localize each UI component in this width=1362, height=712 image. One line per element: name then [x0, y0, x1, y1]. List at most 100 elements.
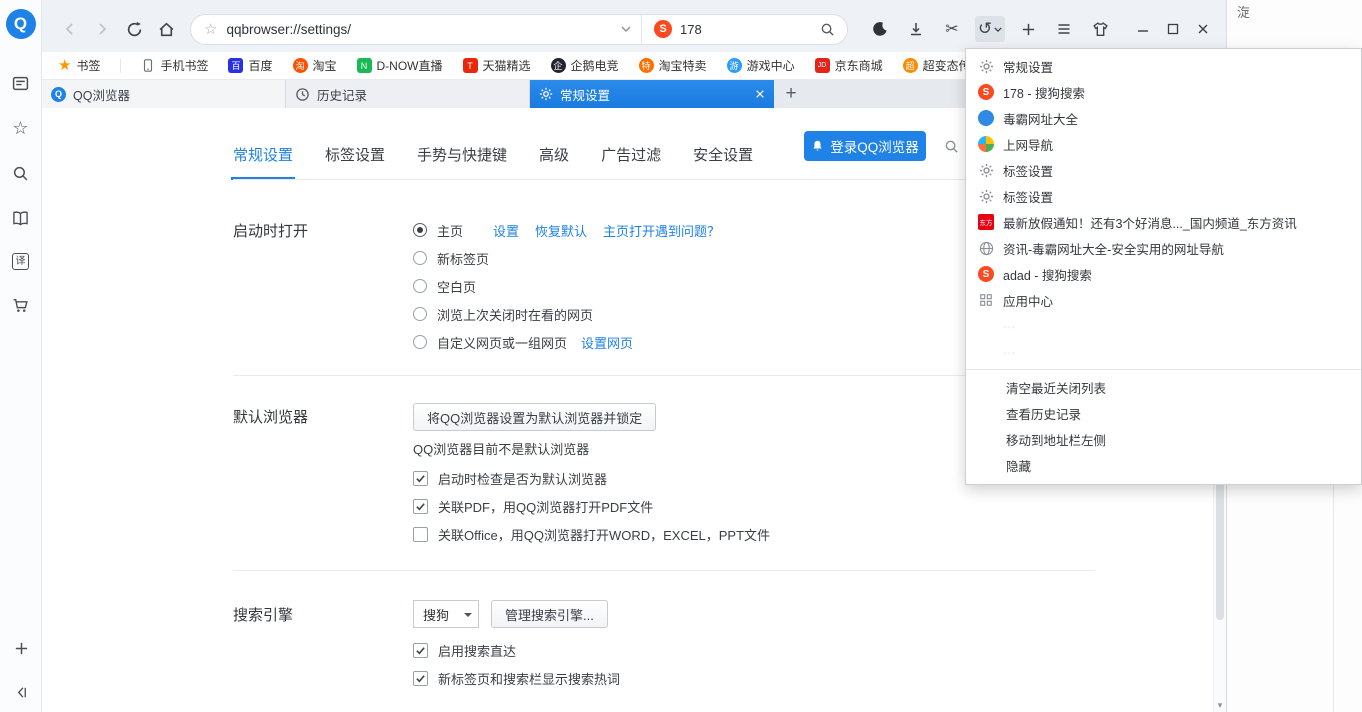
home-button[interactable] — [150, 13, 182, 45]
homepage-help-link[interactable]: 主页打开遇到问题？ — [603, 221, 720, 240]
tab-history[interactable]: 历史记录 — [286, 80, 530, 108]
bookmark-item[interactable]: 特 淘宝特卖 — [639, 57, 707, 74]
bookmark-item[interactable]: N D-NOW直播 — [357, 57, 443, 74]
maximize-button[interactable] — [1158, 16, 1188, 42]
tab-general-settings[interactable]: 常规设置 — [530, 80, 774, 108]
url-text[interactable]: qqbrowser://settings/ — [226, 22, 351, 37]
settings-search-icon[interactable] — [944, 139, 959, 154]
address-bar[interactable]: ☆ qqbrowser://settings/ S 178 — [190, 14, 848, 45]
reading-mode-icon[interactable] — [11, 208, 31, 228]
tab-qq-browser[interactable]: Q QQ浏览器 — [42, 80, 286, 108]
set-custom-pages-link[interactable]: 设置网页 — [581, 333, 633, 352]
bookmark-item[interactable]: 企 企鹅电竞 — [551, 57, 619, 74]
sidebar-add-icon[interactable] — [11, 638, 31, 658]
homepage-settings-link[interactable]: 设置 — [493, 221, 519, 240]
toolbar: ☆ qqbrowser://settings/ S 178 — [42, 0, 1226, 52]
menu-action-view-history[interactable]: 查看历史记录 — [966, 400, 1361, 426]
close-button[interactable] — [1188, 16, 1218, 42]
scrollbar-down-arrow[interactable]: ▾ — [1214, 700, 1226, 711]
radio-option-new-tab[interactable]: 新标签页 — [413, 244, 720, 272]
settings-tab-general[interactable]: 常规设置 — [233, 144, 293, 180]
bookmark-item[interactable]: 百 百度 — [228, 57, 272, 74]
search-panel-icon[interactable] — [11, 163, 31, 183]
settings-tab-adblock[interactable]: 广告过滤 — [601, 144, 661, 180]
address-section[interactable]: ☆ qqbrowser://settings/ — [191, 15, 641, 44]
menu-item-duba-info[interactable]: 资讯-毒霸网址大全-安全实用的网址导航 — [966, 235, 1361, 261]
menu-item-app-center[interactable]: 应用中心 — [966, 287, 1361, 313]
sidebar-collapse-icon[interactable] — [11, 682, 31, 702]
menu-item-faded-2[interactable]: ⋯ — [966, 339, 1361, 365]
bookmark-item[interactable]: JD 京东商城 — [815, 57, 883, 74]
favorites-star-icon[interactable]: ☆ — [11, 118, 31, 138]
checkbox-hot-words[interactable]: 新标签页和搜索栏显示搜索热词 — [413, 664, 620, 692]
skin-button[interactable] — [1087, 16, 1113, 42]
login-button[interactable]: 登录QQ浏览器 — [804, 131, 926, 161]
radio-option-last-session[interactable]: 浏览上次关闭时在看的网页 — [413, 300, 720, 328]
screenshot-button[interactable]: ✂ — [939, 16, 965, 42]
search-icon[interactable] — [820, 22, 835, 37]
radio-button[interactable] — [413, 307, 427, 321]
bookmark-item[interactable]: T 天猫精选 — [463, 57, 531, 74]
search-engine-select[interactable]: 搜狗 — [413, 600, 479, 628]
search-box[interactable]: S 178 — [641, 15, 847, 44]
new-tab-button[interactable]: + — [774, 80, 808, 108]
settings-tab-gestures[interactable]: 手势与快捷键 — [417, 144, 507, 180]
recently-closed-button[interactable]: ↺ — [975, 16, 1005, 42]
checkbox-associate-pdf[interactable]: 关联PDF，用QQ浏览器打开PDF文件 — [413, 492, 770, 520]
add-button[interactable] — [1015, 16, 1041, 42]
radio-button[interactable] — [413, 335, 427, 349]
settings-tab-security[interactable]: 安全设置 — [693, 144, 753, 180]
settings-tab-advanced[interactable]: 高级 — [539, 144, 569, 180]
main-menu-button[interactable] — [1051, 16, 1077, 42]
tab-close-icon[interactable] — [755, 89, 765, 99]
checkbox[interactable] — [413, 527, 428, 542]
add-bookmark-star-icon[interactable]: ☆ — [204, 20, 217, 38]
settings-tab-tabs[interactable]: 标签设置 — [325, 144, 385, 180]
night-mode-button[interactable] — [867, 16, 893, 42]
bookmark-item[interactable]: ★ 书签 — [58, 57, 100, 74]
menu-item-adad-sogou[interactable]: S adad - 搜狗搜索 — [966, 261, 1361, 287]
menu-item-tab-settings-1[interactable]: 标签设置 — [966, 157, 1361, 183]
shopping-cart-icon[interactable] — [11, 295, 31, 315]
set-default-browser-button[interactable]: 将QQ浏览器设置为默认浏览器并锁定 — [413, 403, 656, 431]
bookmark-item[interactable]: 淘 淘宝 — [293, 57, 337, 74]
translate-icon[interactable]: 译 — [12, 253, 29, 270]
menu-item-eastday-news[interactable]: 东方 最新放假通知！还有3个好消息..._国内频道_东方资讯 — [966, 209, 1361, 235]
menu-action-clear-recent-list[interactable]: 清空最近关闭列表 — [966, 374, 1361, 400]
checkbox[interactable] — [413, 471, 428, 486]
checkbox-check-default[interactable]: 启动时检查是否为默认浏览器 — [413, 464, 770, 492]
radio-button[interactable] — [413, 223, 427, 237]
bookmark-item[interactable]: 游 游戏中心 — [727, 57, 795, 74]
radio-button[interactable] — [413, 279, 427, 293]
download-button[interactable] — [903, 16, 929, 42]
bookmarks-panel-icon[interactable] — [11, 73, 31, 93]
menu-item-duba[interactable]: 毒霸网址大全 — [966, 105, 1361, 131]
checkbox-associate-office[interactable]: 关联Office，用QQ浏览器打开WORD，EXCEL，PPT文件 — [413, 520, 770, 548]
back-button[interactable] — [54, 13, 86, 45]
scrollbar-thumb[interactable] — [1216, 480, 1224, 620]
checkbox-search-direct[interactable]: 启用搜索直达 — [413, 636, 620, 664]
radio-option-homepage[interactable]: 主页 设置 恢复默认 主页打开遇到问题？ — [413, 216, 720, 244]
search-query-text[interactable]: 178 — [680, 22, 702, 37]
address-dropdown-caret-icon[interactable] — [621, 26, 631, 32]
checkbox[interactable] — [413, 499, 428, 514]
checkbox[interactable] — [413, 643, 428, 658]
manage-search-engines-button[interactable]: 管理搜索引擎... — [491, 600, 608, 628]
menu-item-navigation[interactable]: 上网导航 — [966, 131, 1361, 157]
qq-browser-logo[interactable]: Q — [6, 9, 36, 39]
refresh-button[interactable] — [118, 13, 150, 45]
menu-item-general-settings[interactable]: 常规设置 — [966, 53, 1361, 79]
radio-option-custom-pages[interactable]: 自定义网页或一组网页 设置网页 — [413, 328, 720, 356]
bookmark-item[interactable]: 手机书签 — [141, 57, 208, 74]
radio-button[interactable] — [413, 251, 427, 265]
menu-action-move-to-left-of-address-bar[interactable]: 移动到地址栏左侧 — [966, 426, 1361, 452]
menu-item-faded-1[interactable]: ⋯ — [966, 313, 1361, 339]
minimize-button[interactable] — [1128, 16, 1158, 42]
checkbox[interactable] — [413, 671, 428, 686]
radio-option-blank-page[interactable]: 空白页 — [413, 272, 720, 300]
restore-default-link[interactable]: 恢复默认 — [535, 221, 587, 240]
menu-item-tab-settings-2[interactable]: 标签设置 — [966, 183, 1361, 209]
forward-button[interactable] — [86, 13, 118, 45]
menu-item-178-sogou[interactable]: S 178 - 搜狗搜索 — [966, 79, 1361, 105]
menu-action-hide[interactable]: 隐藏 — [966, 452, 1361, 478]
